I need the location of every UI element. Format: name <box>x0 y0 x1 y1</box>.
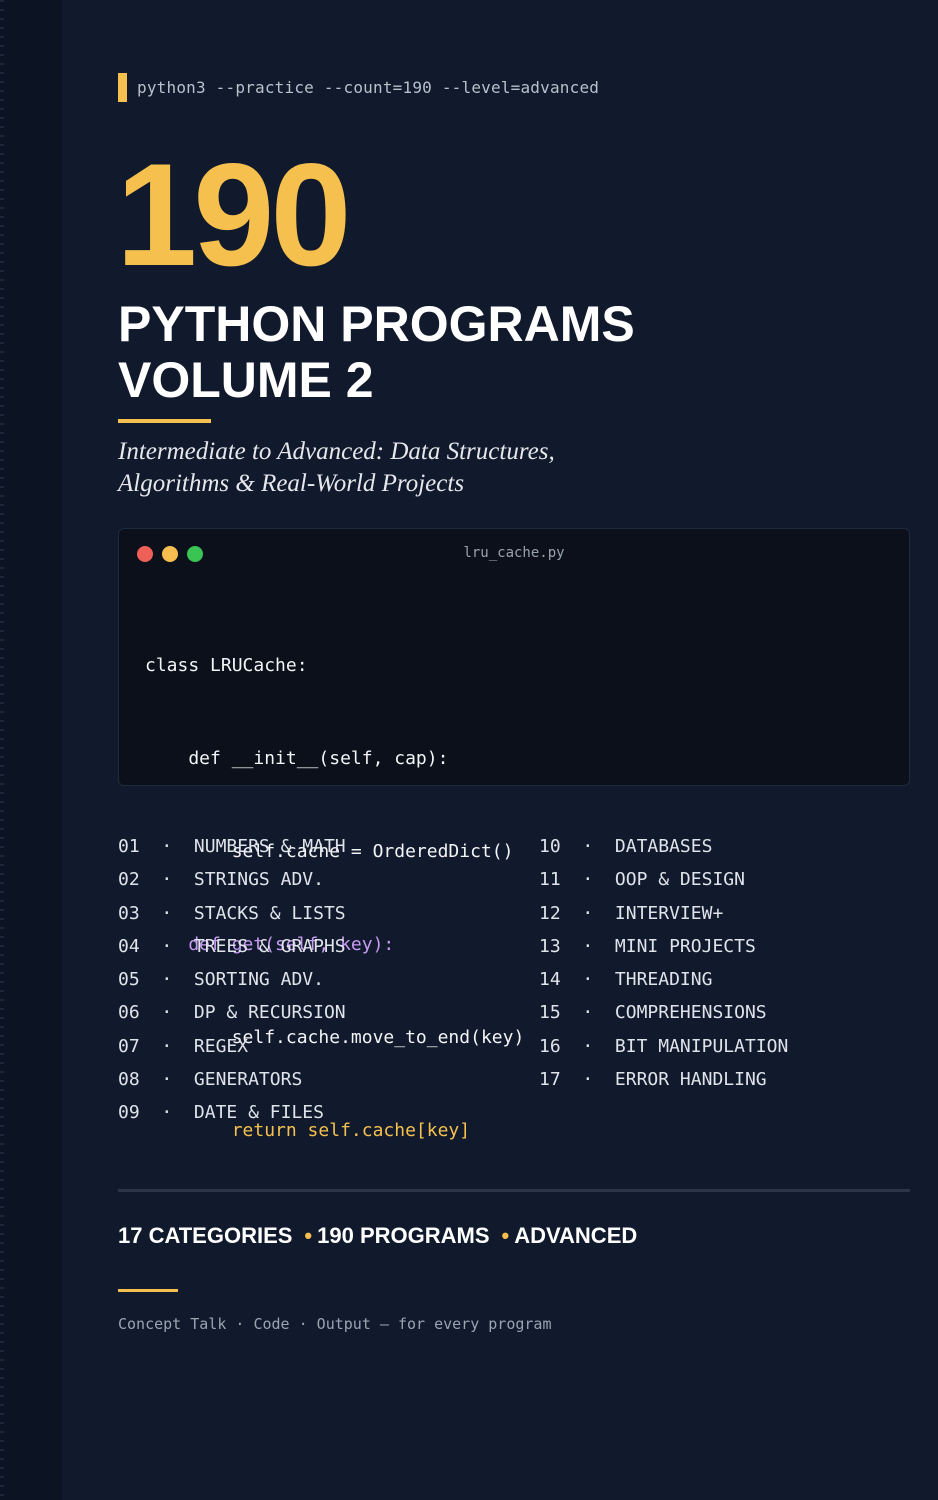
category-label: BIT MANIPULATION <box>614 1035 789 1057</box>
category-label: DATE & FILES <box>193 1102 324 1124</box>
command-line: python3 --practice --count=190 --level=a… <box>118 73 599 102</box>
book-subtitle: Intermediate to Advanced: Data Structure… <box>118 436 555 500</box>
program-count-number: 190 <box>116 133 352 296</box>
category-item: 06 · DP & RECURSION <box>118 996 346 1029</box>
accent-rule <box>118 1289 178 1292</box>
title-line-1: PYTHON PROGRAMS <box>118 296 635 352</box>
category-number: 13 <box>539 935 561 957</box>
spine-dotted-edge <box>0 0 4 1500</box>
category-number: 17 <box>539 1069 561 1091</box>
stat-categories: 17 CATEGORIES <box>118 1223 293 1248</box>
category-separator: · <box>161 969 173 991</box>
category-number: 11 <box>539 869 561 891</box>
category-label: STRINGS ADV. <box>193 869 324 891</box>
code-filename: lru_cache.py <box>463 545 565 561</box>
category-number: 08 <box>118 1069 140 1091</box>
subtitle-line-2: Algorithms & Real-World Projects <box>118 470 465 497</box>
category-label: OOP & DESIGN <box>614 869 745 891</box>
category-label: MINI PROJECTS <box>614 935 756 957</box>
category-separator: · <box>161 935 173 957</box>
category-item: 17 · ERROR HANDLING <box>539 1063 788 1096</box>
category-label: DATABASES <box>614 836 713 857</box>
category-number: 14 <box>539 969 561 991</box>
category-number: 12 <box>539 902 561 924</box>
category-separator: · <box>161 1102 173 1124</box>
category-item: 07 · REGEX <box>118 1030 346 1063</box>
category-separator: · <box>582 935 594 957</box>
category-number: 04 <box>118 935 140 957</box>
category-item: 03 · STACKS & LISTS <box>118 897 346 930</box>
category-separator: · <box>161 1002 173 1024</box>
category-label: STACKS & LISTS <box>193 902 346 924</box>
code-line: class LRUCache: <box>145 655 308 676</box>
category-separator: · <box>582 1002 594 1024</box>
category-label: SORTING ADV. <box>193 969 324 991</box>
category-separator: · <box>582 836 594 857</box>
category-label: ERROR HANDLING <box>614 1069 767 1091</box>
category-label: DP & RECURSION <box>193 1002 346 1024</box>
stat-level: ADVANCED <box>514 1223 638 1248</box>
category-item: 11 · OOP & DESIGN <box>539 863 788 896</box>
category-number: 05 <box>118 969 140 991</box>
command-accent-bar <box>118 73 127 102</box>
category-item: 05 · SORTING ADV. <box>118 963 346 996</box>
category-number: 15 <box>539 1002 561 1024</box>
category-number: 01 <box>118 836 140 857</box>
category-separator: · <box>161 902 173 924</box>
stats-line: 17 CATEGORIES • 190 PROGRAMS • ADVANCED <box>118 1222 637 1250</box>
category-item: 04 · TREES & GRAPHS <box>118 930 346 963</box>
category-item: 01 · NUMBERS & MATH <box>118 830 346 863</box>
category-item: 09 · DATE & FILES <box>118 1096 346 1129</box>
category-separator: · <box>161 869 173 891</box>
subtitle-line-1: Intermediate to Advanced: Data Structure… <box>118 438 555 465</box>
category-number: 10 <box>539 836 561 857</box>
category-separator: · <box>582 1035 594 1057</box>
title-underline <box>118 419 211 423</box>
title-line-2: VOLUME 2 <box>118 352 374 408</box>
code-line: def __init__(self, cap): <box>145 748 449 769</box>
category-number: 16 <box>539 1035 561 1057</box>
category-item: 16 · BIT MANIPULATION <box>539 1030 788 1063</box>
category-label: INTERVIEW+ <box>614 902 724 924</box>
category-label: TREES & GRAPHS <box>193 935 346 957</box>
category-label: THREADING <box>614 969 713 991</box>
category-separator: · <box>161 1035 173 1057</box>
category-separator: · <box>161 836 173 857</box>
category-list-right: 10 · DATABASES 11 · OOP & DESIGN 12 · IN… <box>539 830 788 1096</box>
bullet-icon: • <box>304 1223 313 1248</box>
category-label: GENERATORS <box>193 1069 303 1091</box>
category-label: REGEX <box>193 1035 249 1057</box>
cover-spine <box>0 0 62 1500</box>
category-number: 03 <box>118 902 140 924</box>
code-window: lru_cache.py class LRUCache: def __init_… <box>118 528 910 1141</box>
category-item: 15 · COMPREHENSIONS <box>539 996 788 1029</box>
stat-programs: 190 PROGRAMS <box>317 1223 490 1248</box>
category-item: 10 · DATABASES <box>539 830 788 863</box>
category-list-left: 01 · NUMBERS & MATH 02 · STRINGS ADV. 03… <box>118 830 346 1130</box>
tagline: Concept Talk · Code · Output — for every… <box>118 1315 552 1333</box>
category-item: 02 · STRINGS ADV. <box>118 863 346 896</box>
category-separator: · <box>582 902 594 924</box>
category-item: 12 · INTERVIEW+ <box>539 897 788 930</box>
section-divider <box>118 1189 910 1192</box>
category-item: 13 · MINI PROJECTS <box>539 930 788 963</box>
category-separator: · <box>161 1069 173 1091</box>
book-title: PYTHON PROGRAMS VOLUME 2 <box>118 296 635 408</box>
category-number: 02 <box>118 869 140 891</box>
category-separator: · <box>582 869 594 891</box>
category-separator: · <box>582 1069 594 1091</box>
command-text: python3 --practice --count=190 --level=a… <box>137 78 600 97</box>
category-item: 14 · THREADING <box>539 963 788 996</box>
category-label: NUMBERS & MATH <box>193 836 346 857</box>
category-separator: · <box>582 969 594 991</box>
bullet-icon: • <box>501 1223 510 1248</box>
category-number: 06 <box>118 1002 140 1024</box>
category-item: 08 · GENERATORS <box>118 1063 346 1096</box>
category-number: 09 <box>118 1102 140 1124</box>
category-label: COMPREHENSIONS <box>614 1002 767 1024</box>
category-number: 07 <box>118 1035 140 1057</box>
